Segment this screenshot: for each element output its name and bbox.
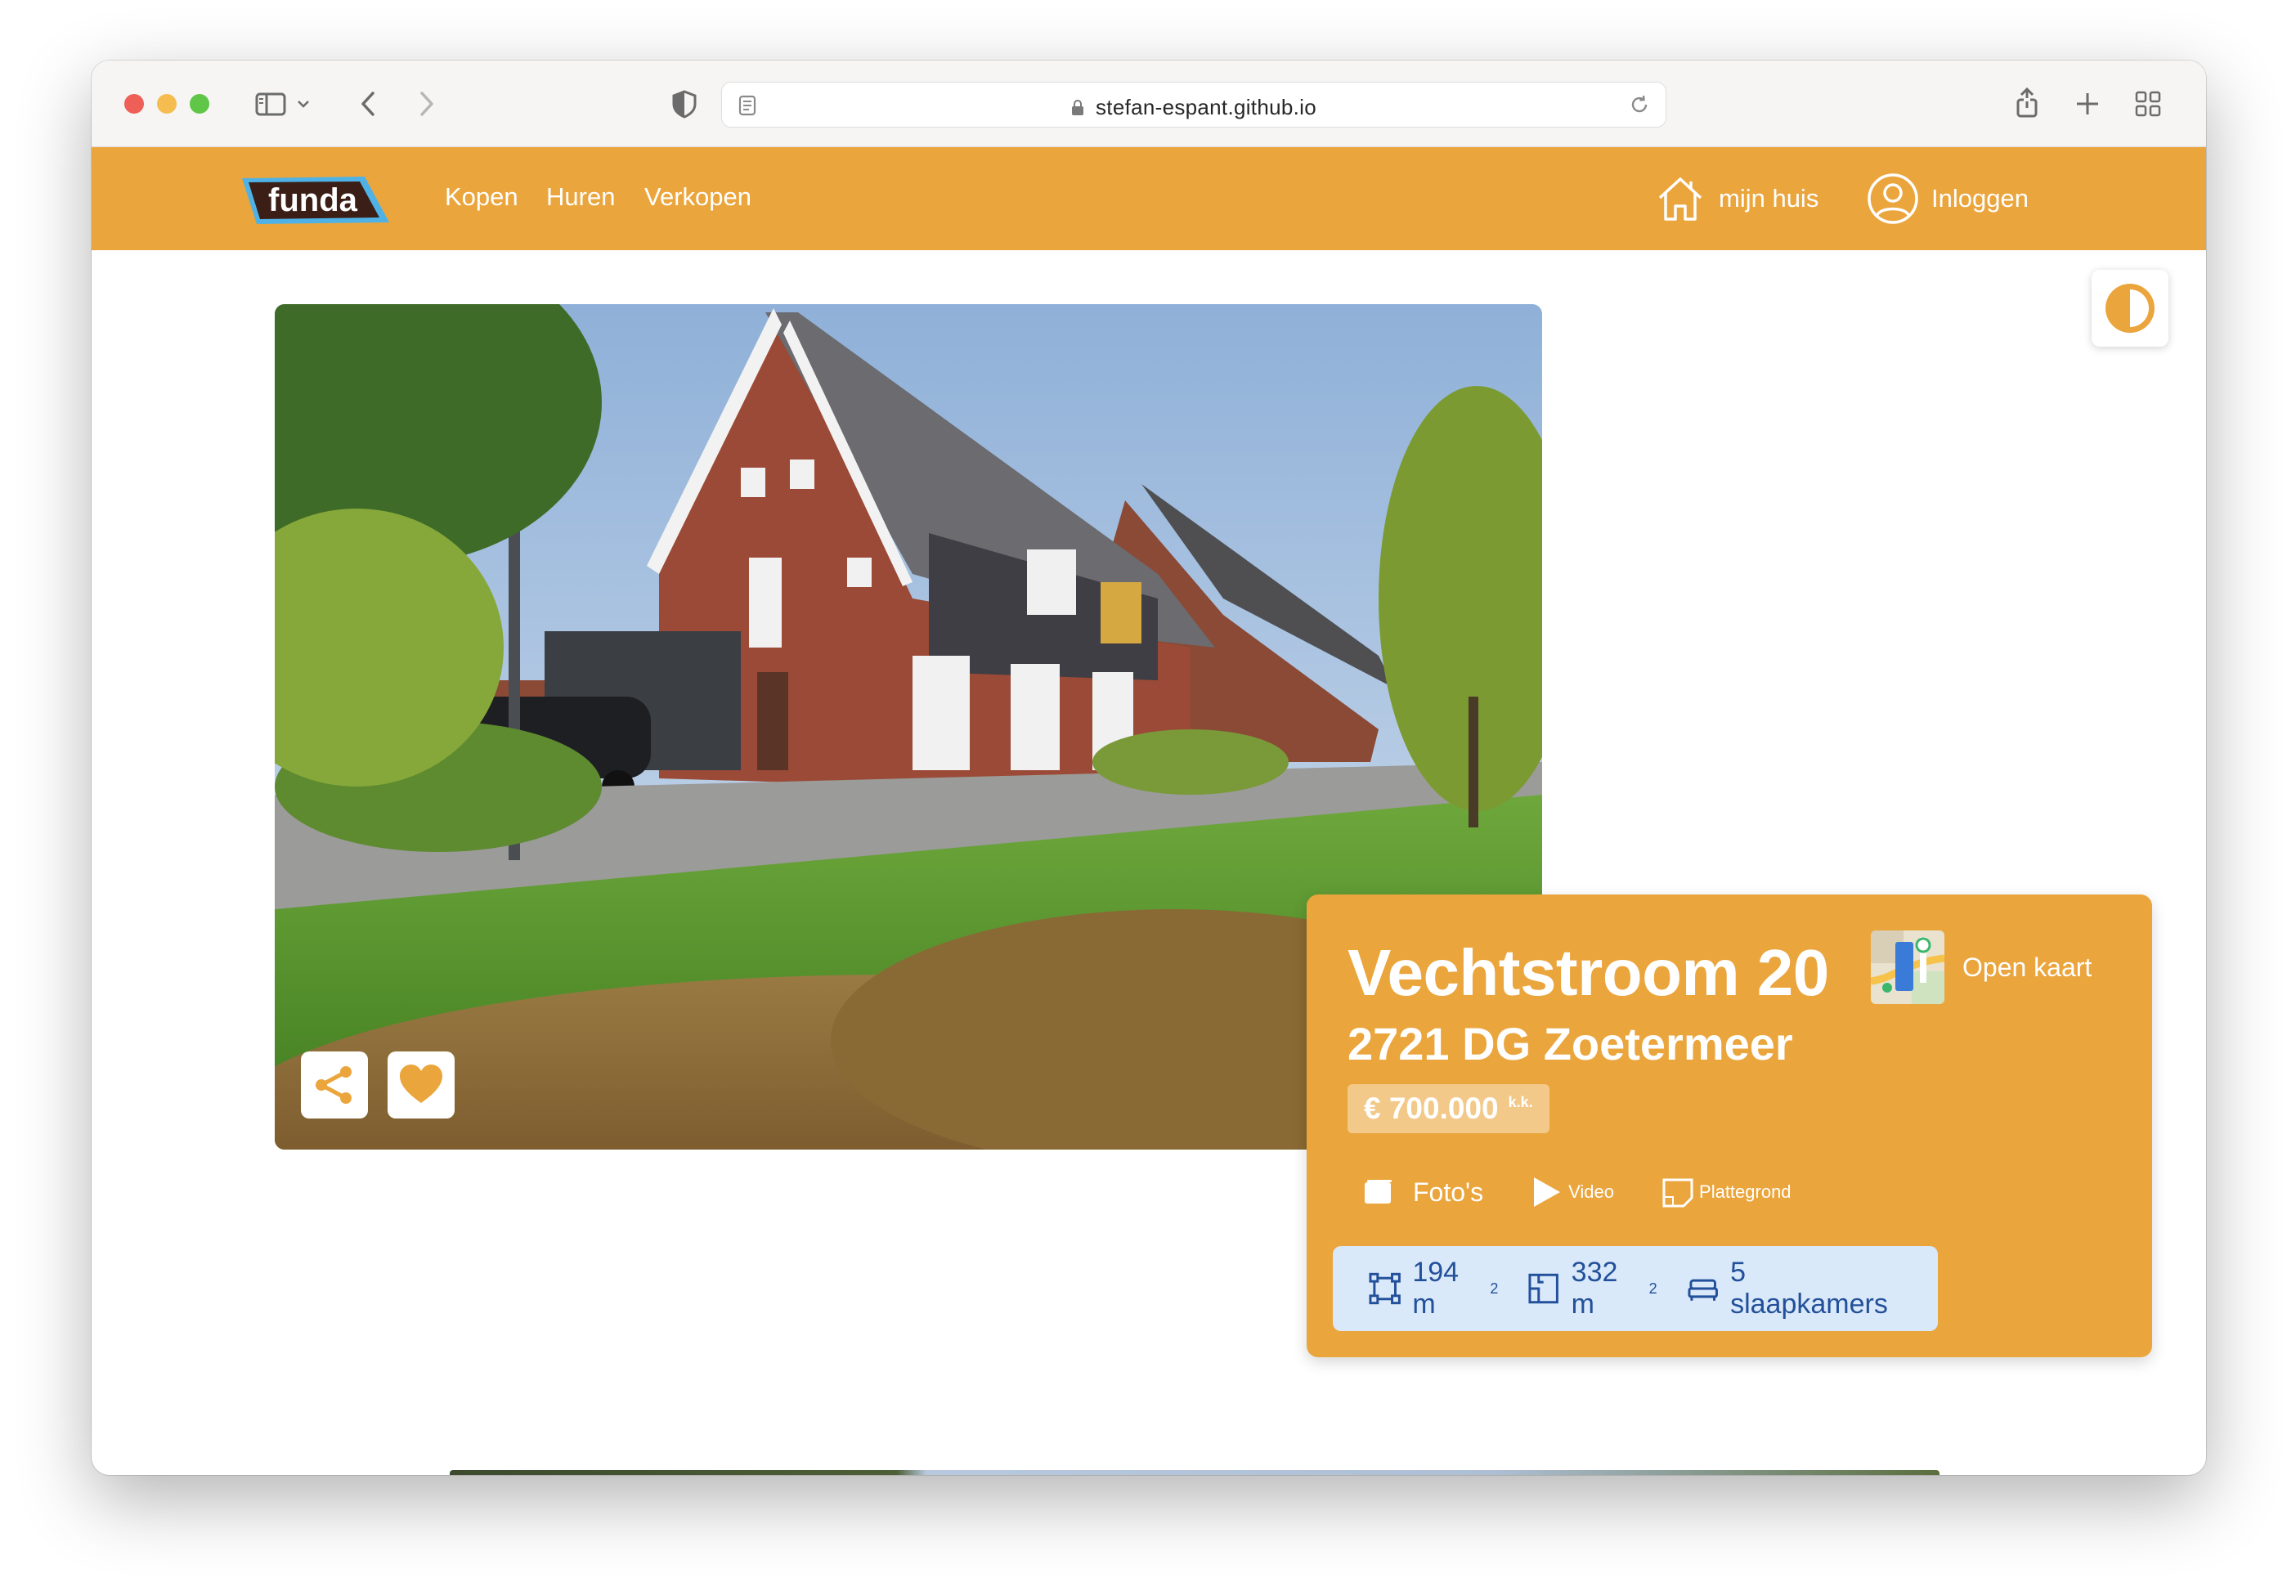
- contrast-icon: [2105, 284, 2155, 333]
- photos-link[interactable]: Foto's: [1362, 1176, 1483, 1208]
- browser-window: stefan-espant.github.io funda Kopen Hure…: [92, 61, 2206, 1475]
- floorplan-icon: [1662, 1178, 1693, 1208]
- share-listing-button[interactable]: [301, 1051, 368, 1119]
- listing-price: € 700.000 k.k.: [1348, 1084, 1549, 1133]
- living-area-icon: [1369, 1272, 1401, 1305]
- listing-features: 194 m 2 332 m 2 5 slaapkamers: [1333, 1246, 1938, 1331]
- favorite-button[interactable]: [388, 1051, 455, 1119]
- logo-text: funda: [268, 182, 358, 218]
- photos-icon: [1365, 1180, 1392, 1204]
- nav-kopen[interactable]: Kopen: [445, 182, 518, 212]
- browser-toolbar: stefan-espant.github.io: [92, 61, 2206, 147]
- play-icon: [1534, 1177, 1561, 1207]
- url-display: stefan-espant.github.io: [722, 95, 1666, 120]
- chevron-down-icon[interactable]: [291, 85, 316, 123]
- sidebar-toggle-icon[interactable]: [252, 85, 289, 123]
- lock-icon: [1072, 100, 1083, 115]
- media-links: Foto's Video Plattegrond: [1362, 1176, 1792, 1208]
- open-map-link[interactable]: Open kaart: [1871, 930, 2092, 1004]
- my-house-label: mijn huis: [1719, 184, 1819, 213]
- funda-logo[interactable]: funda: [235, 170, 396, 229]
- heart-icon: [400, 1065, 442, 1103]
- open-map-label: Open kaart: [1962, 952, 2092, 982]
- share-icon: [316, 1066, 352, 1104]
- tab-overview-icon[interactable]: [2129, 85, 2167, 123]
- minimize-window-button[interactable]: [157, 94, 177, 114]
- back-icon[interactable]: [350, 85, 388, 123]
- listing-postal-city: 2721 DG Zoetermeer: [1348, 1018, 1793, 1069]
- plot-area-value: 332 m: [1571, 1257, 1618, 1320]
- floorplan-link[interactable]: Plattegrond: [1661, 1176, 1792, 1208]
- floorplan-label: Plattegrond: [1699, 1181, 1792, 1202]
- reload-icon[interactable]: [1628, 93, 1651, 116]
- login-label: Inloggen: [1931, 184, 2029, 213]
- house-icon: [1658, 177, 1702, 221]
- plot-area-icon: [1528, 1273, 1559, 1304]
- url-text: stefan-espant.github.io: [1096, 95, 1316, 119]
- close-window-button[interactable]: [124, 94, 144, 114]
- address-bar[interactable]: stefan-espant.github.io: [721, 82, 1666, 128]
- login-link[interactable]: Inloggen: [1866, 172, 2029, 226]
- price-value: € 700.000: [1364, 1092, 1499, 1125]
- bedrooms-value: 5 slaapkamers: [1730, 1257, 1888, 1320]
- nav-verkopen[interactable]: Verkopen: [644, 182, 751, 212]
- zoom-window-button[interactable]: [190, 94, 209, 114]
- nav-huren[interactable]: Huren: [546, 182, 615, 212]
- living-area-unit-sup: 2: [1490, 1280, 1499, 1297]
- share-icon[interactable]: [2008, 85, 2046, 123]
- map-thumbnail-icon: [1871, 930, 1944, 1004]
- bed-icon: [1688, 1279, 1718, 1301]
- living-area-value: 194 m: [1412, 1257, 1460, 1320]
- bedrooms-feature: 5 slaapkamers: [1687, 1257, 1908, 1320]
- video-link[interactable]: Video: [1531, 1176, 1614, 1208]
- privacy-shield-icon[interactable]: [666, 85, 703, 123]
- new-tab-icon[interactable]: [2069, 85, 2106, 123]
- next-photo-preview: [450, 1470, 1939, 1475]
- theme-toggle-button[interactable]: [2092, 270, 2168, 347]
- video-label: Video: [1568, 1181, 1615, 1202]
- photos-label: Foto's: [1413, 1177, 1484, 1207]
- price-suffix: k.k.: [1508, 1094, 1533, 1110]
- my-house-link[interactable]: mijn huis: [1653, 172, 1818, 226]
- living-area-feature: 194 m 2: [1369, 1257, 1498, 1320]
- user-icon: [1868, 173, 1918, 224]
- forward-icon[interactable]: [407, 85, 445, 123]
- listing-info-card: Vechtstroom 20 2721 DG Zoetermeer Open k…: [1307, 894, 2152, 1357]
- plot-area-feature: 332 m 2: [1527, 1257, 1657, 1320]
- plot-area-unit-sup: 2: [1648, 1280, 1657, 1297]
- site-header: funda Kopen Huren Verkopen mijn huis Inl…: [92, 147, 2206, 250]
- listing-street: Vechtstroom 20: [1348, 936, 1829, 1009]
